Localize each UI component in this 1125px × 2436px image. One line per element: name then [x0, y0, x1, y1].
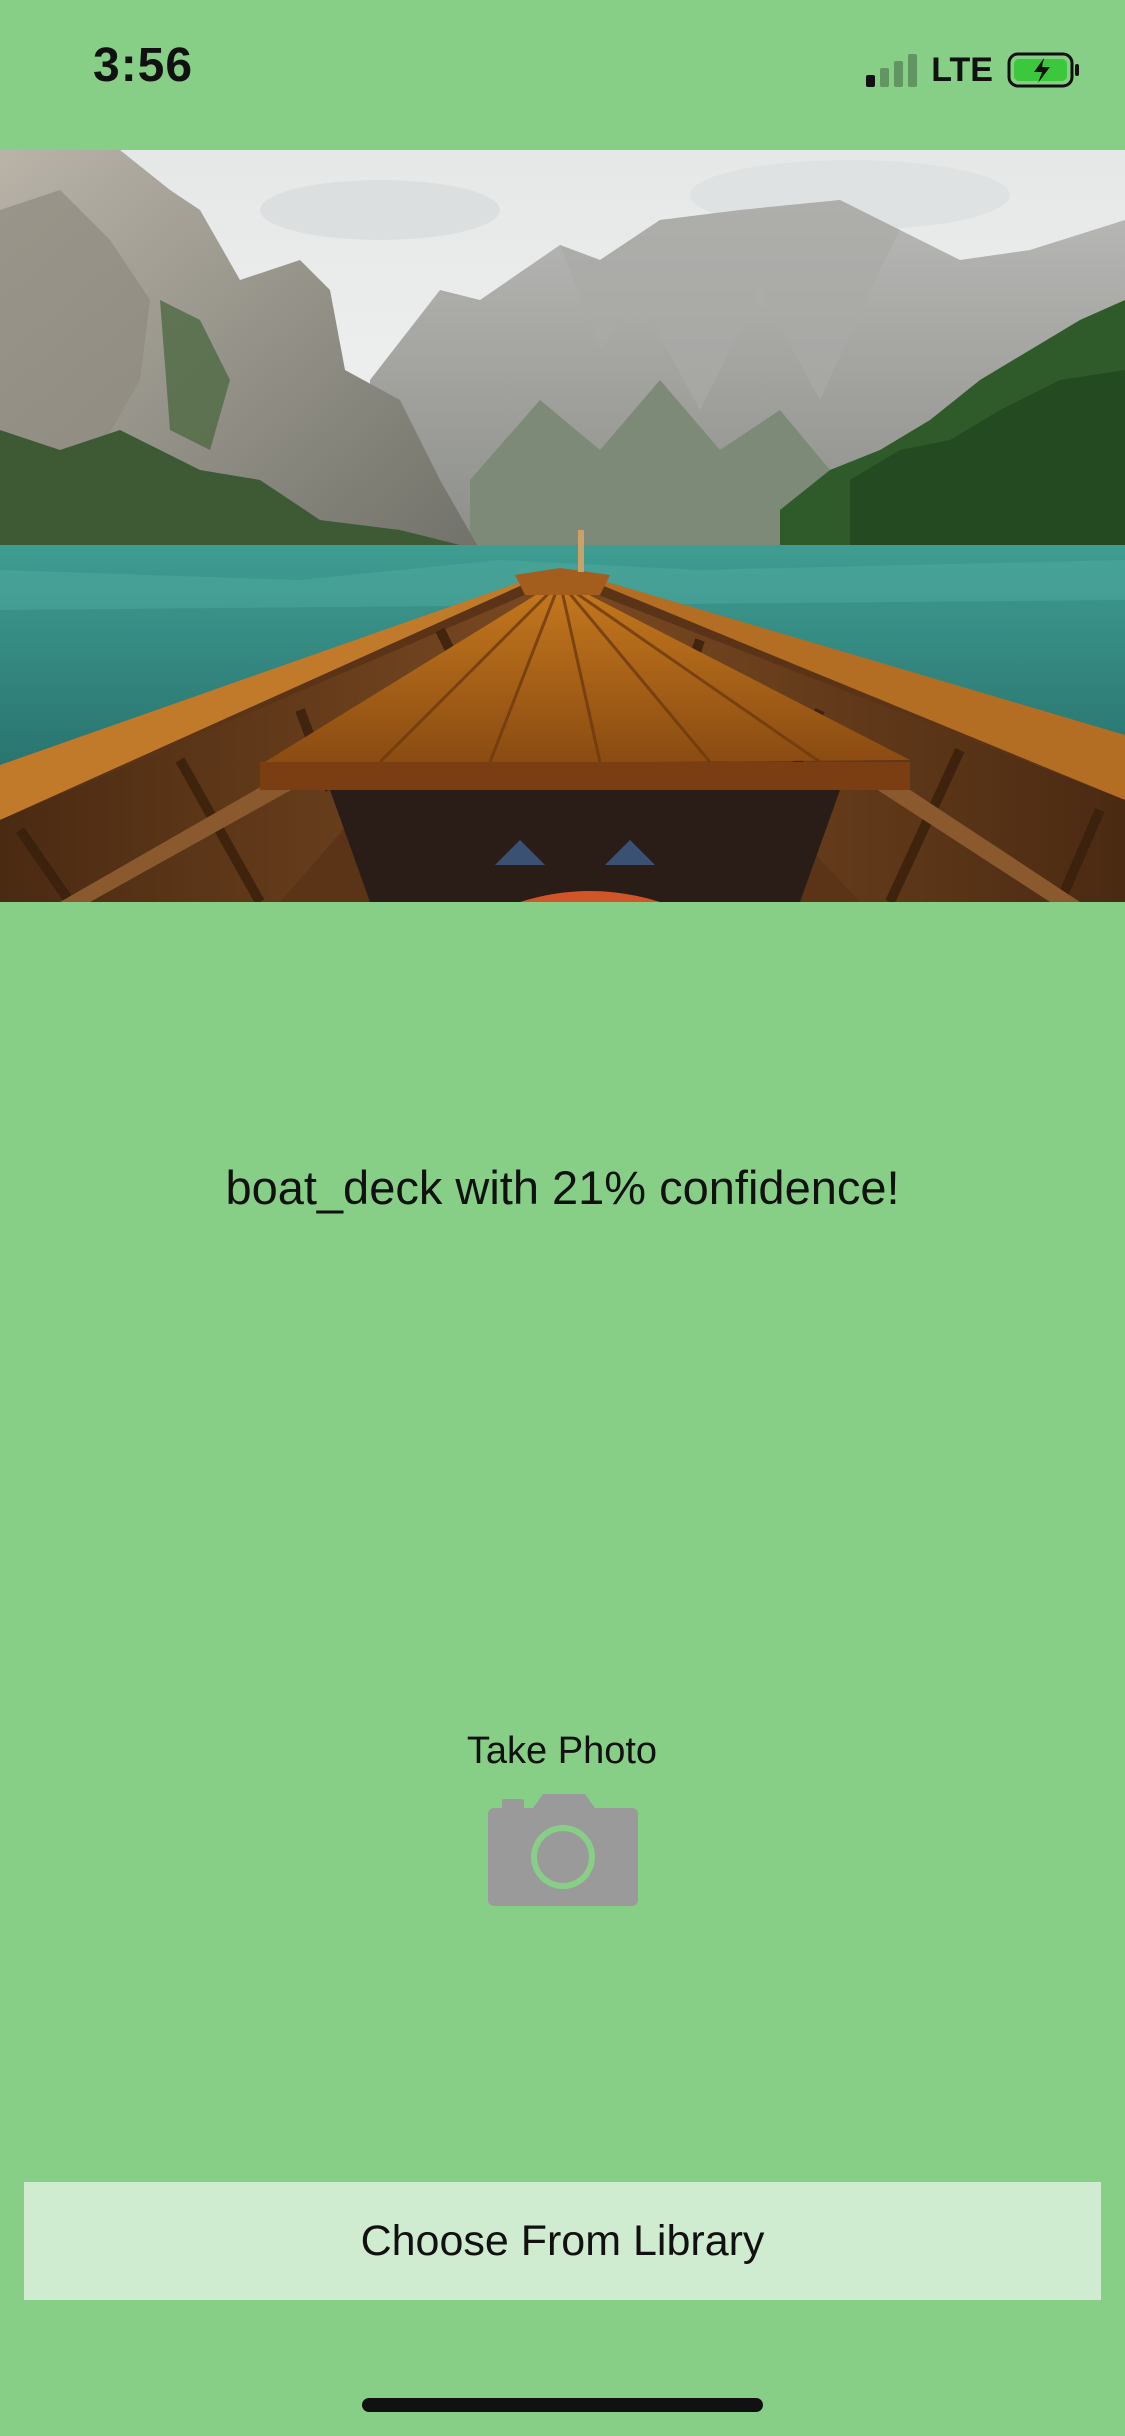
cellular-signal-icon: [866, 53, 918, 87]
classification-result: boat_deck with 21% confidence!: [225, 1161, 900, 1214]
status-bar: 3:56 LTE: [0, 0, 1125, 150]
camera-icon[interactable]: [488, 1794, 638, 1911]
status-indicators: LTE: [866, 50, 1081, 90]
photo-preview: [0, 150, 1125, 902]
home-indicator[interactable]: [362, 2398, 763, 2412]
boat-lake-image: [0, 150, 1125, 902]
choose-from-library-button[interactable]: Choose From Library: [24, 2182, 1101, 2300]
take-photo-button[interactable]: Take Photo: [412, 1730, 712, 1915]
network-type-label: LTE: [931, 50, 993, 89]
status-time: 3:56: [93, 39, 194, 92]
take-photo-label: Take Photo: [466, 1730, 658, 1772]
battery-charging-icon: [1007, 52, 1081, 88]
